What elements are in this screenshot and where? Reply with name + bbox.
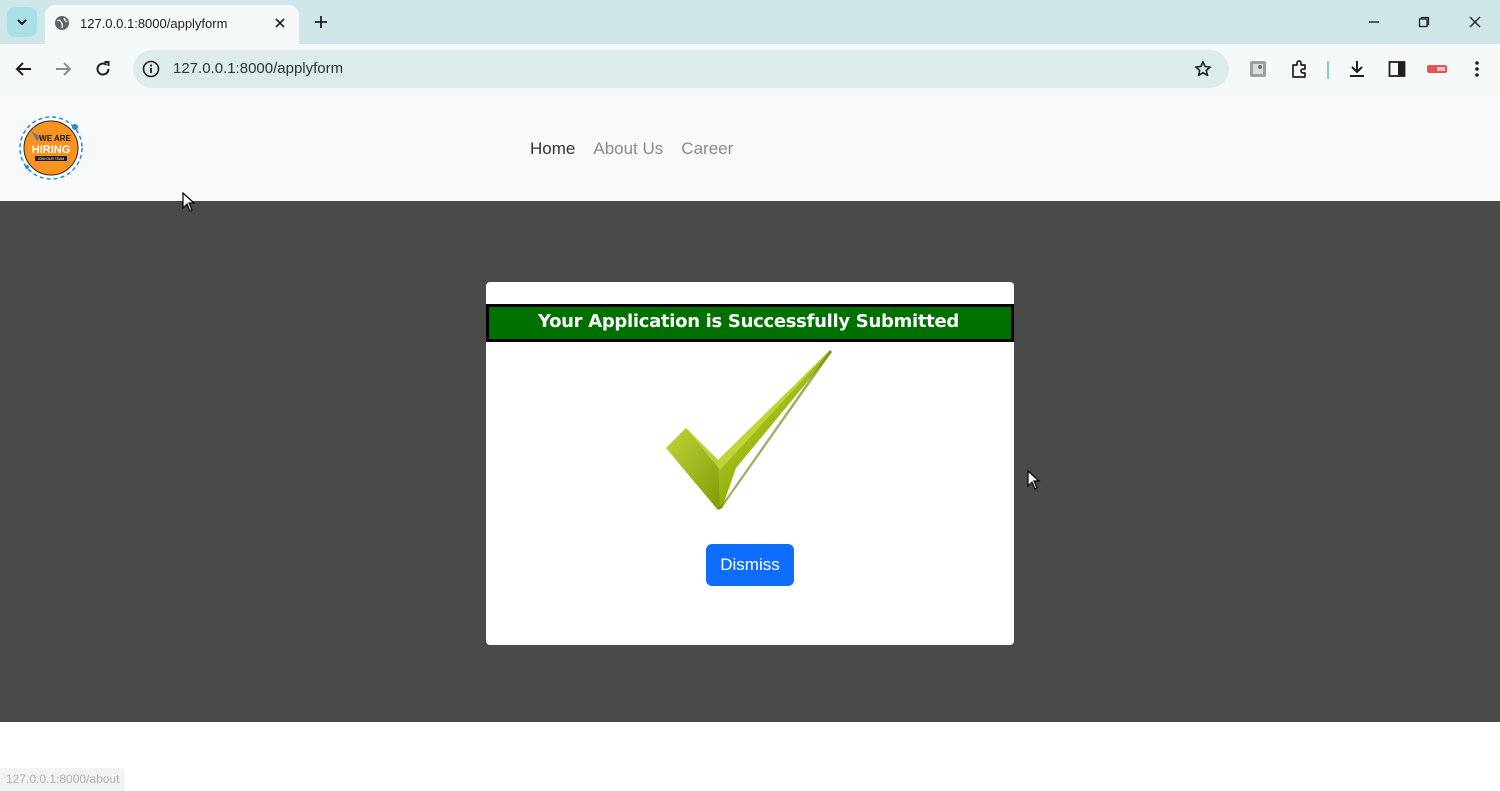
side-panel-icon — [1388, 61, 1406, 77]
browser-tab[interactable]: 127.0.0.1:8000/applyform — [45, 5, 299, 44]
minimize-icon — [1369, 21, 1379, 23]
site-header: WE ARE HIRING JOIN OUR TEAM Home About U… — [0, 95, 1500, 201]
plus-icon — [315, 16, 327, 28]
browser-tabstrip: 127.0.0.1:8000/applyform — [0, 0, 1500, 44]
mouse-cursor-icon — [182, 192, 196, 212]
reload-button[interactable] — [91, 57, 115, 81]
forward-button[interactable] — [51, 57, 75, 81]
success-modal: Your Application is Successfully Submitt… — [486, 282, 1014, 645]
nav-career[interactable]: Career — [681, 139, 733, 159]
modal-backdrop[interactable]: Your Application is Successfully Submitt… — [0, 201, 1500, 722]
success-banner: Your Application is Successfully Submitt… — [486, 304, 1014, 342]
menu-button[interactable] — [1466, 58, 1488, 80]
site-info-icon[interactable] — [141, 59, 161, 79]
profile-button[interactable] — [1426, 58, 1448, 80]
new-tab-button[interactable] — [310, 11, 332, 33]
downloads-button[interactable] — [1346, 58, 1368, 80]
close-icon — [1469, 16, 1481, 28]
tab-close-button[interactable] — [271, 14, 289, 32]
chevron-down-icon — [17, 19, 27, 26]
download-icon — [1350, 61, 1364, 77]
main-nav: Home About Us Career — [530, 139, 733, 159]
nav-home[interactable]: Home — [530, 139, 575, 159]
back-button[interactable] — [12, 57, 36, 81]
tab-title: 127.0.0.1:8000/applyform — [80, 16, 228, 31]
arrow-left-icon — [15, 62, 31, 76]
nav-about-us[interactable]: About Us — [593, 139, 663, 159]
browser-toolbar: 127.0.0.1:8000/applyform — [0, 44, 1500, 95]
more-vert-icon — [1475, 61, 1479, 77]
logo-line3: JOIN OUR TEAM — [38, 157, 65, 161]
reload-icon — [96, 61, 110, 76]
toolbar-separator — [1327, 61, 1329, 79]
window-close-button[interactable] — [1465, 12, 1485, 32]
globe-icon — [55, 16, 69, 30]
avatar-icon — [1427, 65, 1447, 73]
mouse-cursor-icon — [1027, 470, 1041, 490]
profile-extension-button[interactable] — [1247, 58, 1269, 80]
address-bar[interactable]: 127.0.0.1:8000/applyform — [133, 50, 1229, 88]
extension-image-icon — [1250, 61, 1266, 77]
hiring-logo[interactable]: WE ARE HIRING JOIN OUR TEAM — [17, 115, 85, 181]
arrow-right-icon — [56, 62, 72, 76]
logo-line2: HIRING — [32, 144, 71, 156]
checkmark-icon — [666, 350, 832, 510]
dismiss-button[interactable]: Dismiss — [706, 544, 794, 586]
status-bubble: 127.0.0.1:8000/about — [0, 768, 126, 791]
side-panel-button[interactable] — [1386, 58, 1408, 80]
success-message: Your Application is Successfully Submitt… — [538, 311, 959, 332]
restore-button[interactable] — [1414, 12, 1434, 32]
logo-line1: WE ARE — [39, 134, 71, 143]
url-text: 127.0.0.1:8000/applyform — [173, 60, 344, 77]
tab-search-button[interactable] — [7, 7, 37, 37]
star-icon — [1195, 61, 1211, 77]
puzzle-icon — [1292, 60, 1306, 78]
extensions-button[interactable] — [1288, 58, 1310, 80]
bookmark-button[interactable] — [1193, 59, 1213, 79]
info-icon — [142, 60, 160, 78]
minimize-button[interactable] — [1364, 12, 1384, 32]
close-icon — [275, 18, 285, 28]
restore-icon — [1418, 16, 1430, 28]
